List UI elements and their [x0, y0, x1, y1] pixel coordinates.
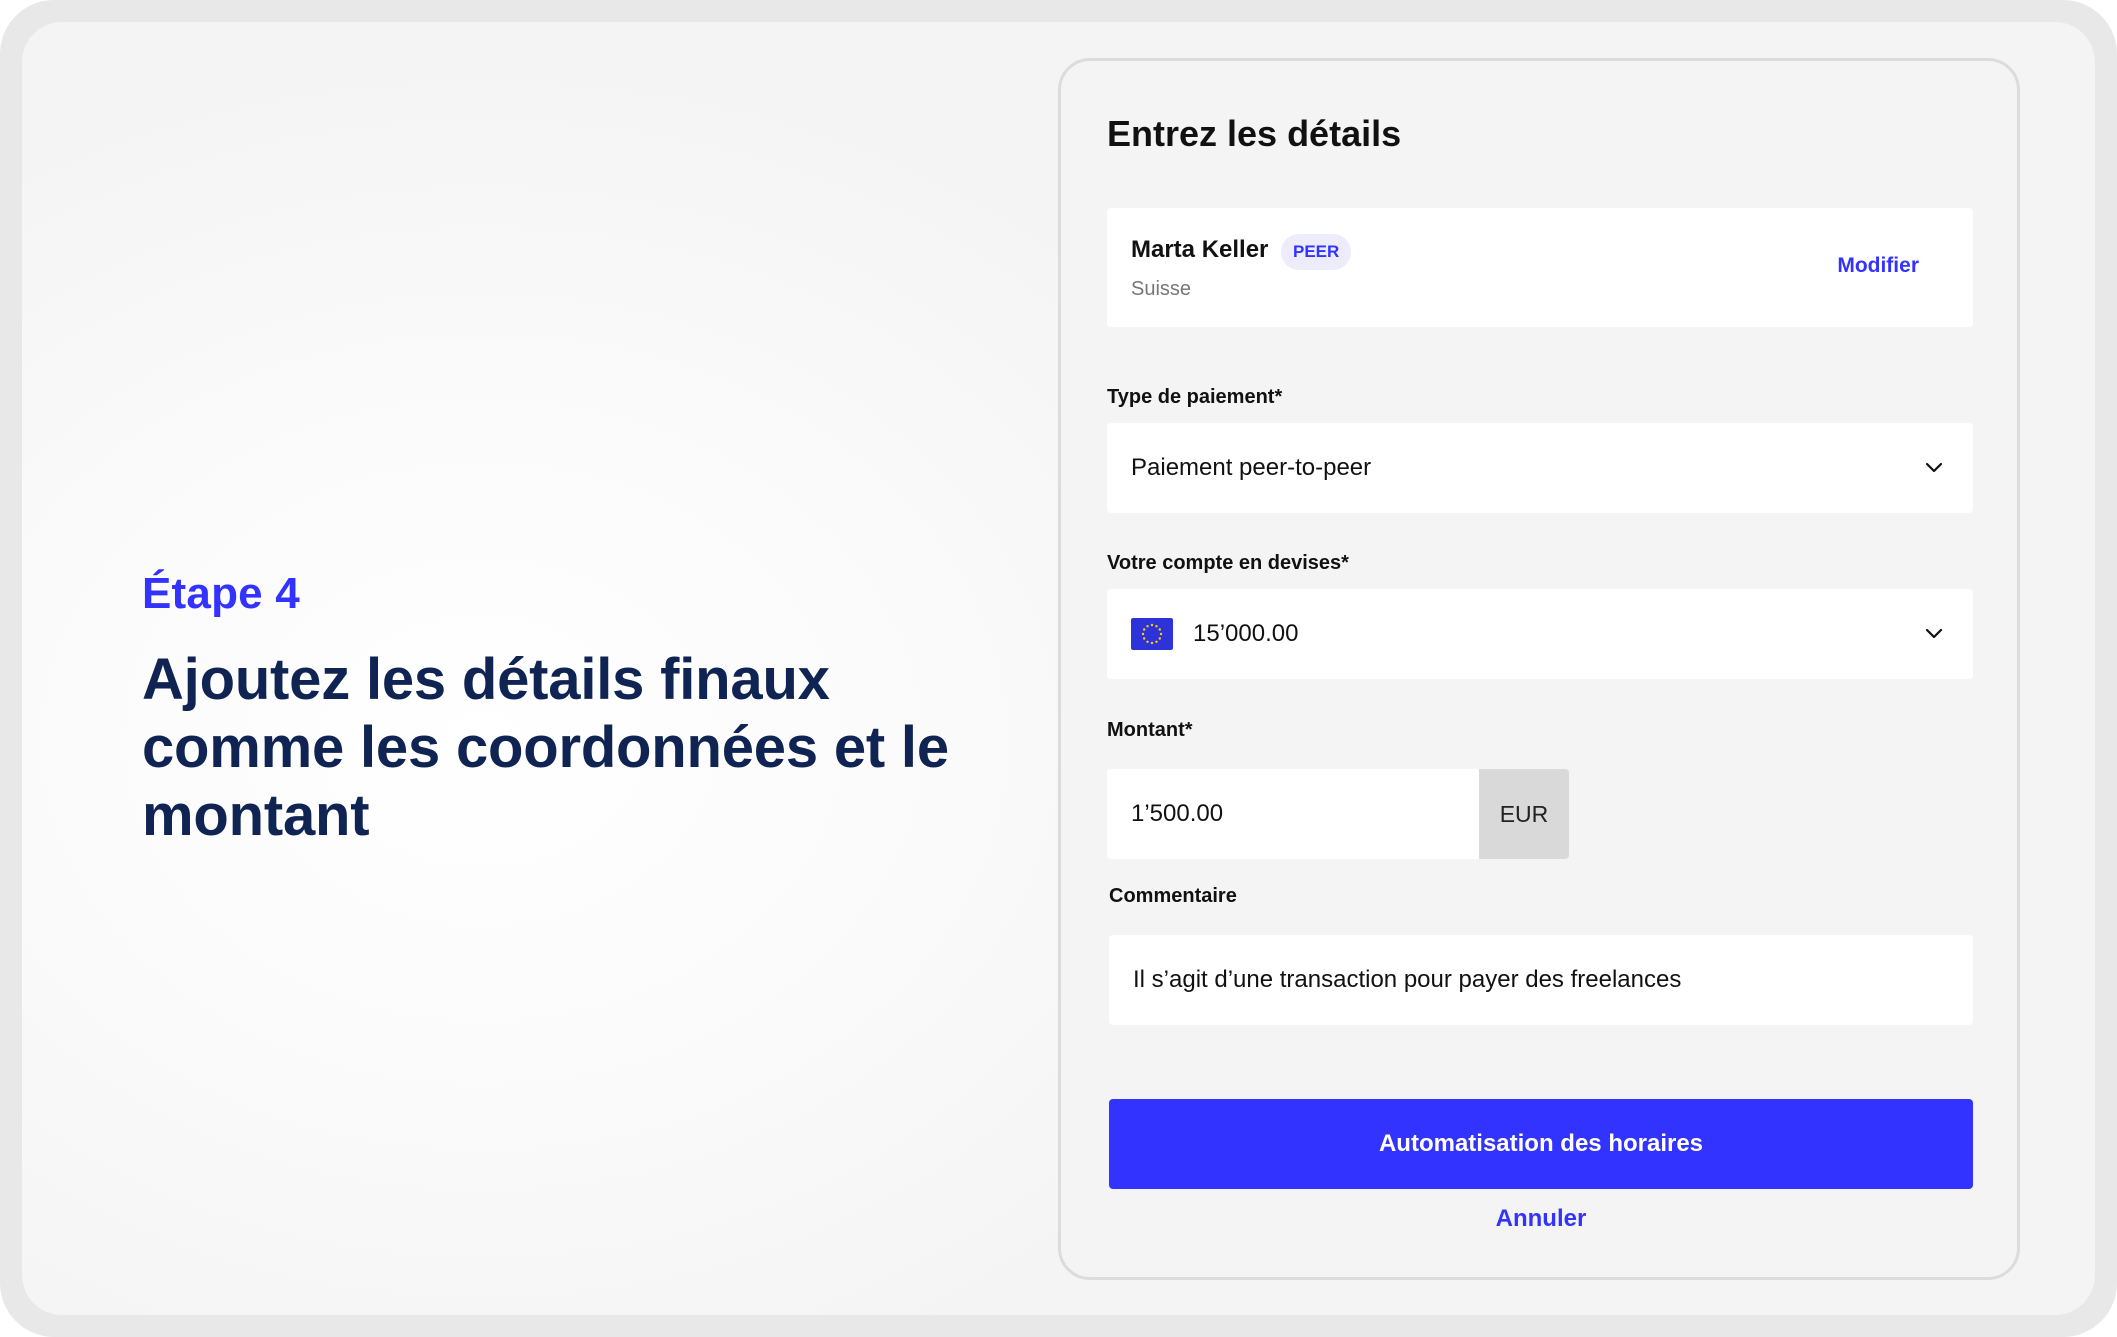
recipient-name: Marta Keller: [1131, 236, 1269, 263]
recipient-country: Suisse: [1131, 278, 1192, 300]
chevron-down-icon: [1925, 628, 1943, 639]
amount-value: 1’500.00: [1131, 800, 1224, 827]
screen: Étape 4 Ajoutez les détails finaux comme…: [22, 22, 2095, 1315]
recipient-type-badge: PEER: [1281, 234, 1352, 270]
comment-label: Commentaire: [1109, 885, 1237, 907]
amount-label: Montant*: [1107, 719, 1193, 741]
headline: Ajoutez les détails finaux comme les coo…: [142, 647, 949, 849]
step-label: Étape 4: [142, 569, 300, 618]
amount-currency-addon: EUR: [1479, 769, 1569, 859]
amount-input[interactable]: 1’500.00 EUR: [1107, 769, 1569, 859]
comment-input[interactable]: Il s’agit d’une transaction pour payer d…: [1109, 935, 1973, 1025]
edit-recipient-link[interactable]: Modifier: [1837, 254, 1919, 278]
intro-section: Étape 4 Ajoutez les détails finaux comme…: [142, 569, 1042, 850]
comment-value: Il s’agit d’une transaction pour payer d…: [1133, 966, 1682, 993]
submit-button[interactable]: Automatisation des horaires: [1109, 1099, 1973, 1189]
currency-account-balance: 15’000.00: [1193, 620, 1299, 647]
payment-type-value: Paiement peer-to-peer: [1131, 454, 1372, 481]
device-frame: Étape 4 Ajoutez les détails finaux comme…: [0, 0, 2117, 1337]
eu-flag-icon: [1131, 618, 1173, 650]
recipient-card: Marta Keller PEER Suisse Modifier: [1107, 208, 1973, 327]
chevron-down-icon: [1925, 462, 1943, 473]
form-title: Entrez les détails: [1107, 113, 1402, 154]
details-form-panel: Entrez les détails Marta Keller PEER Sui…: [1058, 58, 2020, 1280]
payment-type-select[interactable]: Paiement peer-to-peer: [1107, 423, 1973, 513]
currency-account-label: Votre compte en devises*: [1107, 552, 1349, 574]
payment-type-label: Type de paiement*: [1107, 386, 1283, 408]
currency-account-select[interactable]: 15’000.00: [1107, 589, 1973, 679]
cancel-button[interactable]: Annuler: [1109, 1205, 1973, 1233]
